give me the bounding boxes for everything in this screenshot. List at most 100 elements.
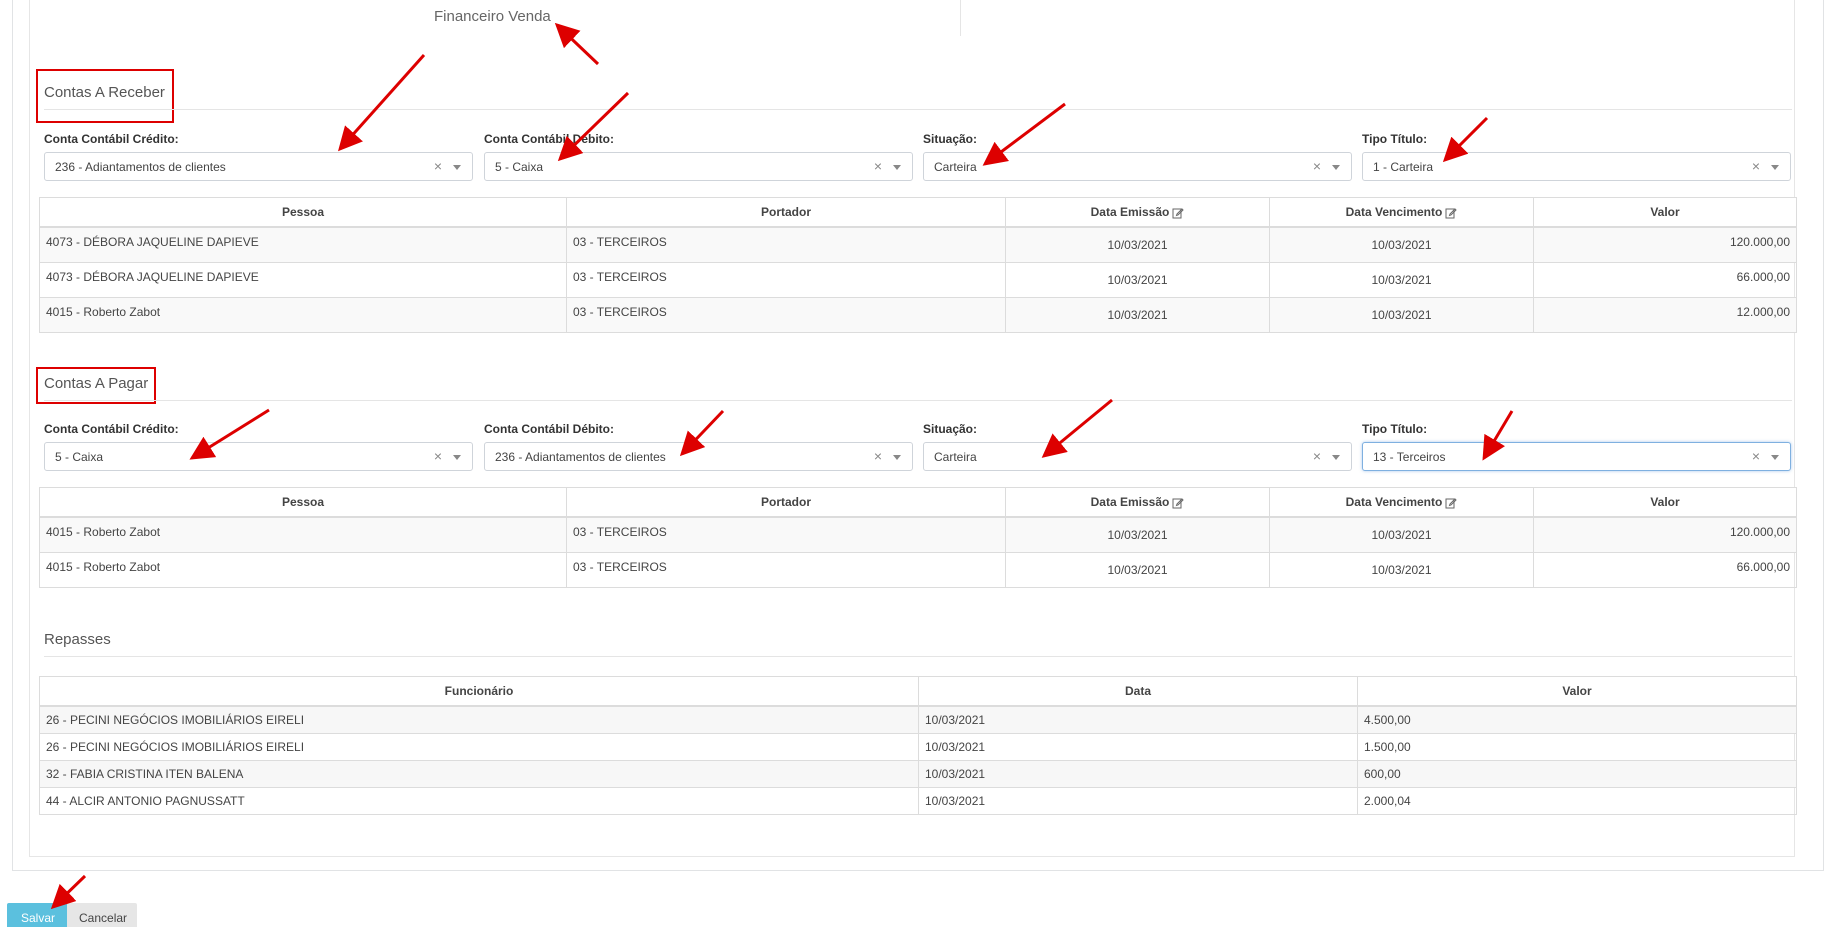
table-row[interactable]: 4073 - DÉBORA JAQUELINE DAPIEVE 03 - TER… [39, 261, 1797, 298]
column-header: Data Vencimento [1269, 487, 1534, 518]
table-row[interactable]: 4015 - Roberto Zabot 03 - TERCEIROS 10/0… [39, 551, 1797, 588]
column-header: Funcionário [39, 676, 919, 707]
cell-vencimento[interactable]: 10/03/2021 [1269, 226, 1534, 263]
label-situacao-receber: Situação: [923, 132, 978, 146]
column-header: Data Emissão [1005, 487, 1270, 518]
save-button[interactable]: Salvar [7, 903, 69, 927]
cell-valor: 600,00 [1357, 759, 1797, 788]
clear-icon[interactable]: × [1752, 448, 1760, 464]
select-debito-pagar[interactable]: 236 - Adiantamentos de clientes × [484, 442, 913, 471]
cell-funcionario: 26 - PECINI NEGÓCIOS IMOBILIÁRIOS EIRELI [39, 705, 919, 734]
column-header: Valor [1533, 487, 1797, 518]
clear-icon[interactable]: × [874, 158, 882, 174]
chevron-down-icon[interactable] [1771, 455, 1779, 460]
cell-portador: 03 - TERCEIROS [566, 261, 1006, 298]
page-subtitle: Financeiro Venda [434, 8, 551, 25]
clear-icon[interactable]: × [1752, 158, 1760, 174]
clear-icon[interactable]: × [1313, 158, 1321, 174]
edit-icon[interactable] [1445, 207, 1458, 219]
cell-portador: 03 - TERCEIROS [566, 551, 1006, 588]
cell-valor: 66.000,00 [1533, 261, 1797, 298]
select-value: 236 - Adiantamentos de clientes [55, 160, 226, 174]
cell-vencimento[interactable]: 10/03/2021 [1269, 261, 1534, 298]
cell-emissao[interactable]: 10/03/2021 [1005, 516, 1270, 553]
section-title-pagar: Contas A Pagar [44, 375, 149, 392]
cell-valor: 120.000,00 [1533, 226, 1797, 263]
label-debito-receber: Conta Contábil Débito: [484, 132, 614, 146]
cell-valor: 12.000,00 [1533, 296, 1797, 333]
cell-valor: 120.000,00 [1533, 516, 1797, 553]
select-credito-receber[interactable]: 236 - Adiantamentos de clientes × [44, 152, 473, 181]
clear-icon[interactable]: × [434, 158, 442, 174]
column-header: Data [918, 676, 1358, 707]
cell-emissao[interactable]: 10/03/2021 [1005, 226, 1270, 263]
chevron-down-icon[interactable] [893, 165, 901, 170]
cell-funcionario: 26 - PECINI NEGÓCIOS IMOBILIÁRIOS EIRELI [39, 732, 919, 761]
cell-funcionario: 32 - FABIA CRISTINA ITEN BALENA [39, 759, 919, 788]
table-receber: Pessoa Portador Data Emissão Data Vencim… [39, 197, 1797, 333]
select-value: 13 - Terceiros [1373, 450, 1446, 464]
cell-vencimento[interactable]: 10/03/2021 [1269, 551, 1534, 588]
column-header: Valor [1533, 197, 1797, 228]
table-row[interactable]: 26 - PECINI NEGÓCIOS IMOBILIÁRIOS EIRELI… [39, 732, 1797, 761]
cell-pessoa: 4073 - DÉBORA JAQUELINE DAPIEVE [39, 226, 567, 263]
column-header: Portador [566, 487, 1006, 518]
cell-emissao[interactable]: 10/03/2021 [1005, 261, 1270, 298]
column-header: Data Vencimento [1269, 197, 1534, 228]
select-debito-receber[interactable]: 5 - Caixa × [484, 152, 913, 181]
column-header: Portador [566, 197, 1006, 228]
edit-icon[interactable] [1445, 497, 1458, 509]
column-header: Pessoa [39, 197, 567, 228]
cell-funcionario: 44 - ALCIR ANTONIO PAGNUSSATT [39, 786, 919, 815]
column-header: Valor [1357, 676, 1797, 707]
cancel-button[interactable]: Cancelar [67, 903, 137, 927]
table-row[interactable]: 4015 - Roberto Zabot 03 - TERCEIROS 10/0… [39, 516, 1797, 553]
select-credito-pagar[interactable]: 5 - Caixa × [44, 442, 473, 471]
select-value: 5 - Caixa [495, 160, 544, 174]
chevron-down-icon[interactable] [453, 455, 461, 460]
select-tipo-titulo-receber[interactable]: 1 - Carteira × [1362, 152, 1791, 181]
cell-valor: 66.000,00 [1533, 551, 1797, 588]
chevron-down-icon[interactable] [1771, 165, 1779, 170]
table-repasses: Funcionário Data Valor 26 - PECINI NEGÓC… [39, 676, 1797, 815]
column-header: Pessoa [39, 487, 567, 518]
edit-icon[interactable] [1172, 207, 1185, 219]
select-value: 1 - Carteira [1373, 160, 1434, 174]
section-title-repasses: Repasses [44, 631, 111, 648]
select-situacao-pagar[interactable]: Carteira × [923, 442, 1352, 471]
table-row[interactable]: 4073 - DÉBORA JAQUELINE DAPIEVE 03 - TER… [39, 226, 1797, 263]
cell-pessoa: 4015 - Roberto Zabot [39, 516, 567, 553]
table-row[interactable]: 4015 - Roberto Zabot 03 - TERCEIROS 10/0… [39, 296, 1797, 333]
select-tipo-titulo-pagar[interactable]: 13 - Terceiros × [1362, 442, 1791, 471]
clear-icon[interactable]: × [874, 448, 882, 464]
cell-vencimento[interactable]: 10/03/2021 [1269, 516, 1534, 553]
cell-valor: 4.500,00 [1357, 705, 1797, 734]
edit-icon[interactable] [1172, 497, 1185, 509]
clear-icon[interactable]: × [1313, 448, 1321, 464]
select-value: Carteira [934, 160, 977, 174]
table-row[interactable]: 32 - FABIA CRISTINA ITEN BALENA 10/03/20… [39, 759, 1797, 788]
cell-data: 10/03/2021 [918, 732, 1358, 761]
column-header: Data Emissão [1005, 197, 1270, 228]
label-tipo-titulo-receber: Tipo Título: [1362, 132, 1428, 146]
select-situacao-receber[interactable]: Carteira × [923, 152, 1352, 181]
section-divider [44, 400, 1792, 401]
cell-data: 10/03/2021 [918, 705, 1358, 734]
cell-pessoa: 4015 - Roberto Zabot [39, 551, 567, 588]
cell-vencimento[interactable]: 10/03/2021 [1269, 296, 1534, 333]
clear-icon[interactable]: × [434, 448, 442, 464]
cell-emissao[interactable]: 10/03/2021 [1005, 296, 1270, 333]
cell-pessoa: 4073 - DÉBORA JAQUELINE DAPIEVE [39, 261, 567, 298]
chevron-down-icon[interactable] [453, 165, 461, 170]
cell-emissao[interactable]: 10/03/2021 [1005, 551, 1270, 588]
top-divider [960, 0, 961, 36]
cell-data: 10/03/2021 [918, 759, 1358, 788]
chevron-down-icon[interactable] [1332, 165, 1340, 170]
chevron-down-icon[interactable] [1332, 455, 1340, 460]
table-row[interactable]: 44 - ALCIR ANTONIO PAGNUSSATT 10/03/2021… [39, 786, 1797, 815]
cell-portador: 03 - TERCEIROS [566, 296, 1006, 333]
chevron-down-icon[interactable] [893, 455, 901, 460]
section-title-receber: Contas A Receber [44, 84, 165, 101]
table-pagar: Pessoa Portador Data Emissão Data Vencim… [39, 487, 1797, 588]
table-row[interactable]: 26 - PECINI NEGÓCIOS IMOBILIÁRIOS EIRELI… [39, 705, 1797, 734]
